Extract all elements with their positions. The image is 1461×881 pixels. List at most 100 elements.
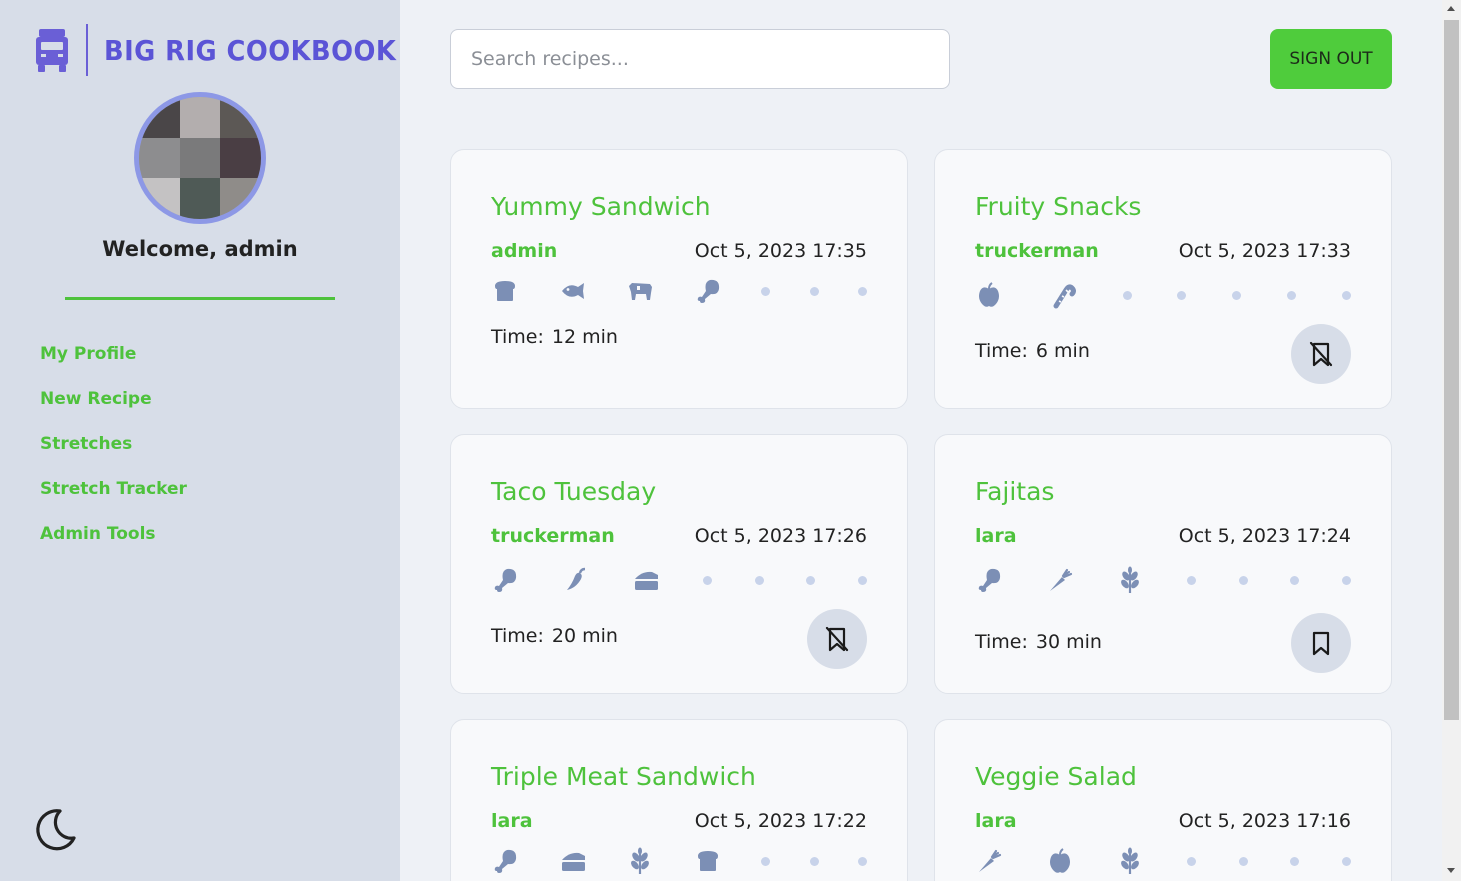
recipe-time: Time: 30 min [975, 631, 1102, 653]
recipe-date: Oct 5, 2023 17:26 [694, 525, 867, 547]
recipe-author[interactable]: truckerman [491, 525, 615, 547]
empty-ingredient-dot [1122, 290, 1132, 300]
empty-ingredient-dot [858, 856, 867, 866]
pepper-icon [562, 566, 590, 594]
bookmark-icon [1312, 631, 1330, 656]
empty-ingredient-dot [761, 286, 770, 296]
unbookmark-button[interactable] [1291, 324, 1351, 384]
sidebar: BIG RIG COOKBOOK Welcome, admin My Profi… [0, 0, 400, 881]
nav-stretches[interactable]: Stretches [40, 433, 187, 478]
cheese-icon [559, 847, 587, 875]
time-value: 20 min [551, 625, 618, 647]
recipe-author[interactable]: truckerman [975, 240, 1099, 262]
scroll-thumb[interactable] [1444, 20, 1459, 720]
empty-ingredient-dot [1341, 290, 1351, 300]
wheat-icon [1116, 566, 1144, 594]
fish-icon [559, 277, 587, 305]
recipe-time: Time: 6 min [975, 340, 1090, 362]
ingredient-icons [491, 274, 867, 308]
recipe-title[interactable]: Fajitas [975, 477, 1054, 506]
recipe-time: Time: 20 min [491, 625, 618, 647]
wheat-icon [626, 847, 654, 875]
recipe-date: Oct 5, 2023 17:35 [694, 240, 867, 262]
ingredient-icons [975, 563, 1351, 597]
scroll-up-arrow[interactable] [1447, 6, 1455, 11]
brand-logo[interactable]: BIG RIG COOKBOOK [34, 24, 422, 76]
carrot-icon [1046, 566, 1074, 594]
empty-ingredient-dot [1341, 575, 1351, 585]
recipe-author[interactable]: lara [491, 810, 533, 832]
moon-icon[interactable] [32, 806, 78, 852]
brand-divider [86, 24, 88, 76]
empty-ingredient-dot [1232, 290, 1242, 300]
recipe-card[interactable]: Triple Meat Sandwich lara Oct 5, 2023 17:2… [450, 719, 908, 881]
empty-ingredient-dot [1238, 856, 1248, 866]
ingredient-icons [491, 563, 867, 597]
empty-ingredient-dot [754, 575, 764, 585]
sign-out-button[interactable]: SIGN OUT [1270, 29, 1392, 89]
wheat-icon [1116, 847, 1144, 875]
recipe-title[interactable]: Veggie Salad [975, 762, 1137, 791]
empty-ingredient-dot [809, 856, 819, 866]
cow-icon [626, 277, 654, 305]
divider [65, 297, 335, 300]
recipe-card[interactable]: Fajitas lara Oct 5, 2023 17:24 Time: 30 min [934, 434, 1392, 694]
empty-ingredient-dot [858, 286, 867, 296]
ingredient-icons [975, 844, 1351, 878]
empty-ingredient-dot [702, 575, 712, 585]
empty-ingredient-dot [806, 575, 816, 585]
welcome-text: Welcome, admin [102, 237, 298, 261]
app-title: BIG RIG COOKBOOK [104, 33, 397, 67]
carrot-icon [975, 847, 1003, 875]
scroll-down-arrow[interactable] [1447, 868, 1455, 873]
recipe-time: Time: 12 min [491, 326, 618, 348]
bookmark-slash-icon [825, 626, 849, 652]
recipe-title[interactable]: Triple Meat Sandwich [491, 762, 756, 791]
recipe-author[interactable]: lara [975, 525, 1017, 547]
time-value: 6 min [1035, 340, 1090, 362]
recipe-title[interactable]: Fruity Snacks [975, 192, 1141, 221]
recipe-card[interactable]: Veggie Salad lara Oct 5, 2023 17:16 [934, 719, 1392, 881]
recipe-title[interactable]: Taco Tuesday [491, 477, 656, 506]
cheese-icon [632, 566, 660, 594]
truck-icon [34, 27, 70, 73]
apple-icon [975, 281, 1003, 309]
apple-icon [1046, 847, 1074, 875]
drumstick-icon [491, 566, 519, 594]
unbookmark-button[interactable] [807, 609, 867, 669]
time-label: Time: [491, 326, 544, 348]
empty-ingredient-dot [1290, 575, 1300, 585]
time-label: Time: [491, 625, 544, 647]
nav-admin-tools[interactable]: Admin Tools [40, 523, 187, 568]
search-input[interactable] [450, 29, 950, 89]
recipe-author[interactable]: lara [975, 810, 1017, 832]
time-value: 30 min [1035, 631, 1102, 653]
recipe-card[interactable]: Fruity Snacks truckerman Oct 5, 2023 17:33… [934, 149, 1392, 409]
nav-new-recipe[interactable]: New Recipe [40, 388, 187, 433]
empty-ingredient-dot [1238, 575, 1248, 585]
nav-stretch-tracker[interactable]: Stretch Tracker [40, 478, 187, 523]
empty-ingredient-dot [857, 575, 867, 585]
avatar[interactable] [134, 92, 266, 224]
time-value: 12 min [551, 326, 618, 348]
recipe-author[interactable]: admin [491, 240, 557, 262]
bookmark-button[interactable] [1291, 613, 1351, 673]
empty-ingredient-dot [761, 856, 770, 866]
empty-ingredient-dot [809, 286, 819, 296]
drumstick-icon [694, 277, 722, 305]
empty-ingredient-dot [1287, 290, 1297, 300]
recipe-date: Oct 5, 2023 17:24 [1178, 525, 1351, 547]
ingredient-icons [975, 278, 1351, 312]
nav-my-profile[interactable]: My Profile [40, 343, 187, 388]
ingredient-icons [491, 844, 867, 878]
empty-ingredient-dot [1177, 290, 1187, 300]
empty-ingredient-dot [1186, 575, 1196, 585]
recipe-card[interactable]: Yummy Sandwich admin Oct 5, 2023 17:35 Time… [450, 149, 908, 409]
scrollbar[interactable] [1442, 0, 1461, 881]
recipe-card[interactable]: Taco Tuesday truckerman Oct 5, 2023 17:26 T… [450, 434, 908, 694]
time-label: Time: [975, 631, 1028, 653]
sidebar-nav: My Profile New Recipe Stretches Stretch … [40, 343, 187, 568]
recipe-date: Oct 5, 2023 17:22 [694, 810, 867, 832]
bread-icon [491, 277, 519, 305]
recipe-title[interactable]: Yummy Sandwich [491, 192, 711, 221]
